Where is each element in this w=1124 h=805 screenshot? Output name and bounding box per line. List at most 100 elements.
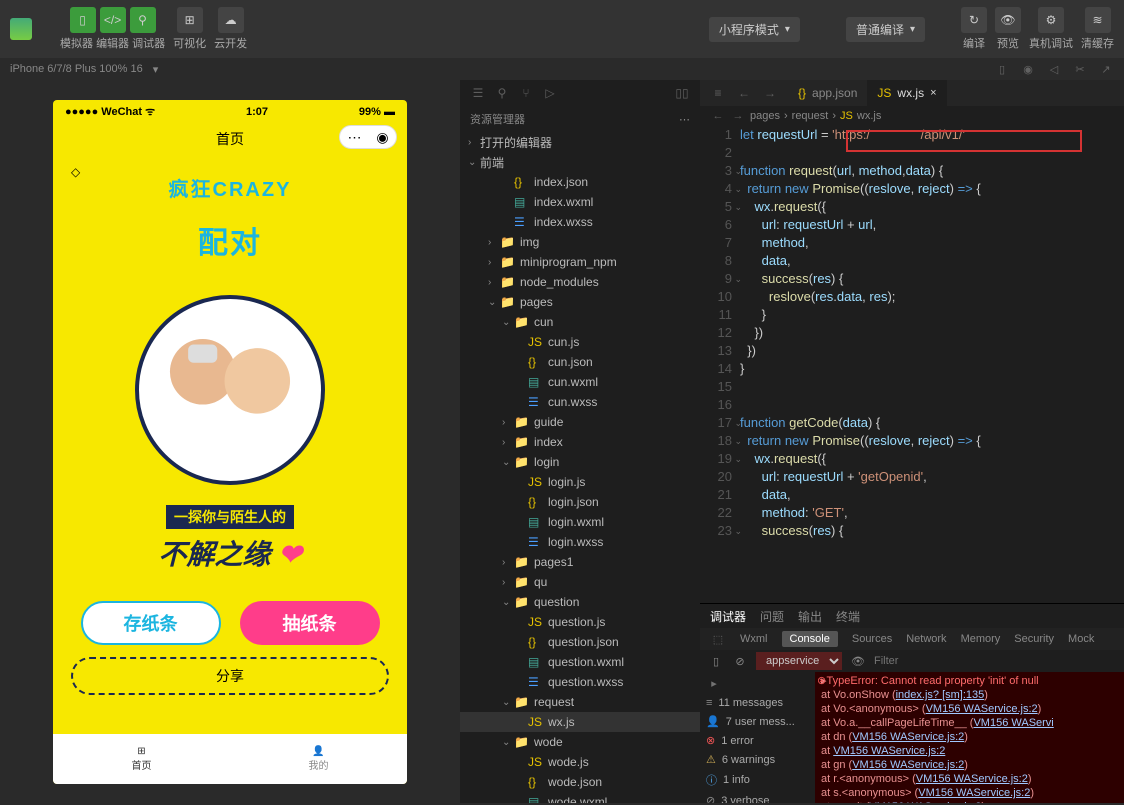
editor-button[interactable]: </>	[100, 7, 126, 33]
close-icon[interactable]: ↗	[1098, 61, 1114, 77]
outline-icon[interactable]: ≡	[710, 85, 726, 101]
compile-button[interactable]: ↻	[961, 7, 987, 33]
tree-item-img[interactable]: ›📁img	[460, 232, 700, 252]
open-editors-section[interactable]: ›打开的编辑器	[460, 132, 700, 152]
nav-fwd-icon[interactable]: →	[762, 85, 778, 101]
tree-item-question.wxss[interactable]: ☰question.wxss	[460, 672, 700, 692]
device-icon[interactable]: ▯	[994, 61, 1010, 77]
code-line-19: 19⌄ wx.request({	[700, 450, 1124, 468]
tree-item-request[interactable]: ⌄📁request	[460, 692, 700, 712]
preview-button[interactable]: 👁	[995, 7, 1021, 33]
tree-item-cun.json[interactable]: {}cun.json	[460, 352, 700, 372]
tree-item-miniprogram_npm[interactable]: ›📁miniprogram_npm	[460, 252, 700, 272]
device-label[interactable]: iPhone 6/7/8 Plus 100% 16	[10, 63, 143, 75]
tree-item-node_modules[interactable]: ›📁node_modules	[460, 272, 700, 292]
tab-wx-js[interactable]: JSwx.js×	[867, 80, 946, 106]
tree-item-index.wxss[interactable]: ☰index.wxss	[460, 212, 700, 232]
cut-icon[interactable]: ✂	[1072, 61, 1088, 77]
msg-filter[interactable]: ⚠6 warnings	[700, 750, 815, 769]
msg-filter[interactable]: ⊘3 verbose	[700, 791, 815, 803]
console-output[interactable]: ⊗▸TypeError: Cannot read property 'init'…	[815, 672, 1124, 803]
tree-item-wode.js[interactable]: JSwode.js	[460, 752, 700, 772]
clear-cache-button[interactable]: ≋	[1085, 7, 1111, 33]
tree-item-login.js[interactable]: JSlogin.js	[460, 472, 700, 492]
code-line-12: 12 })	[700, 324, 1124, 342]
tab-mine[interactable]: 👤我的	[230, 734, 407, 784]
tree-item-login.json[interactable]: {}login.json	[460, 492, 700, 512]
tree-item-cun.wxml[interactable]: ▤cun.wxml	[460, 372, 700, 392]
mode-dropdown[interactable]: 小程序模式	[709, 17, 800, 42]
breadcrumb[interactable]: ←→ pages › request › JS wx.js	[700, 106, 1124, 126]
code-editor[interactable]: 1let requestUrl = 'https:/ /api/v1/'23⌄f…	[700, 126, 1124, 603]
tree-item-login[interactable]: ⌄📁login	[460, 452, 700, 472]
subtab-security[interactable]: Security	[1014, 633, 1054, 645]
msg-filter[interactable]: ≡11 messages	[700, 694, 815, 712]
tree-item-login.wxml[interactable]: ▤login.wxml	[460, 512, 700, 532]
tree-item-pages1[interactable]: ›📁pages1	[460, 552, 700, 572]
msg-filter[interactable]: 👤7 user mess...	[700, 712, 815, 731]
frontend-section[interactable]: ⌄前端	[460, 152, 700, 172]
tree-item-pages[interactable]: ⌄📁pages	[460, 292, 700, 312]
nav-back-icon[interactable]: ←	[736, 85, 752, 101]
tree-item-wode[interactable]: ⌄📁wode	[460, 732, 700, 752]
tab-problems[interactable]: 问题	[760, 608, 784, 625]
save-note-button[interactable]: 存纸条	[81, 601, 221, 645]
tree-item-wode.json[interactable]: {}wode.json	[460, 772, 700, 792]
split-icon[interactable]: ▯▯	[674, 85, 690, 101]
subtab-console[interactable]: Console	[782, 631, 838, 647]
clear-icon[interactable]: ⊘	[732, 653, 748, 669]
debug-icon[interactable]: ▷	[542, 85, 558, 101]
tree-item-guide[interactable]: ›📁guide	[460, 412, 700, 432]
filter-input[interactable]	[874, 655, 1116, 667]
subtab-wxml[interactable]: Wxml	[740, 633, 768, 645]
draw-note-button[interactable]: 抽纸条	[240, 601, 380, 645]
msg-filter[interactable]: ⊗1 error	[700, 731, 815, 750]
tree-item-wx.js[interactable]: JSwx.js	[460, 712, 700, 732]
sidebar-toggle-icon[interactable]: ▯	[708, 653, 724, 669]
tree-item-cun.js[interactable]: JScun.js	[460, 332, 700, 352]
subtab-sources[interactable]: Sources	[852, 633, 892, 645]
tree-item-cun.wxss[interactable]: ☰cun.wxss	[460, 392, 700, 412]
subtab-memory[interactable]: Memory	[961, 633, 1001, 645]
tree-item-login.wxss[interactable]: ☰login.wxss	[460, 532, 700, 552]
msg-filter[interactable]: ⓘ1 info	[700, 769, 815, 791]
tree-item-question.json[interactable]: {}question.json	[460, 632, 700, 652]
subtab-network[interactable]: Network	[906, 633, 946, 645]
scope-select[interactable]: appservice	[756, 652, 842, 670]
eye-icon[interactable]: 👁	[850, 653, 866, 669]
tree-item-question.wxml[interactable]: ▤question.wxml	[460, 652, 700, 672]
tree-item-cun[interactable]: ⌄📁cun	[460, 312, 700, 332]
tree-item-index.json[interactable]: {}index.json	[460, 172, 700, 192]
subtab-mock[interactable]: Mock	[1068, 633, 1094, 645]
cloud-button[interactable]: ☁	[218, 7, 244, 33]
branch-icon[interactable]: ⑂	[518, 85, 534, 101]
compile-dropdown[interactable]: 普通编译	[846, 17, 925, 42]
more-icon[interactable]: ⋯	[679, 113, 690, 126]
share-button[interactable]: 分享	[71, 657, 389, 695]
tab-home[interactable]: ⊞首页	[53, 734, 230, 784]
tab-terminal[interactable]: 终端	[836, 608, 860, 625]
tab-output[interactable]: 输出	[798, 608, 822, 625]
tree-item-qu[interactable]: ›📁qu	[460, 572, 700, 592]
capsule[interactable]: ⋯◉	[339, 125, 397, 149]
tree-item-index.wxml[interactable]: ▤index.wxml	[460, 192, 700, 212]
close-icon[interactable]: ×	[930, 87, 936, 99]
tab-app-json[interactable]: {}app.json	[788, 80, 867, 106]
tree-item-question[interactable]: ⌄📁question	[460, 592, 700, 612]
visualize-button[interactable]: ⊞	[177, 7, 203, 33]
tree-item-wode.wxml[interactable]: ▤wode.wxml	[460, 792, 700, 803]
remote-debug-button[interactable]: ⚙	[1038, 7, 1064, 33]
tree-item-question.js[interactable]: JSquestion.js	[460, 612, 700, 632]
phone-preview: ●●●●● WeChat ᯤ 1:07 99% ▬ 首页 ⋯◉ ◇ 疯狂CRAZ…	[53, 100, 407, 784]
mute-icon[interactable]: ◁	[1046, 61, 1062, 77]
code-line-7: 7 method,	[700, 234, 1124, 252]
simulator-button[interactable]: ▯	[70, 7, 96, 33]
menu-icon[interactable]: ☰	[470, 85, 486, 101]
search-icon[interactable]: ⚲	[494, 85, 510, 101]
inspect-icon[interactable]: ⬚	[710, 631, 726, 647]
debugger-button[interactable]: ⚲	[130, 7, 156, 33]
record-icon[interactable]: ◉	[1020, 61, 1036, 77]
tab-debugger[interactable]: 调试器	[710, 608, 746, 625]
code-line-2: 2	[700, 144, 1124, 162]
tree-item-index[interactable]: ›📁index	[460, 432, 700, 452]
